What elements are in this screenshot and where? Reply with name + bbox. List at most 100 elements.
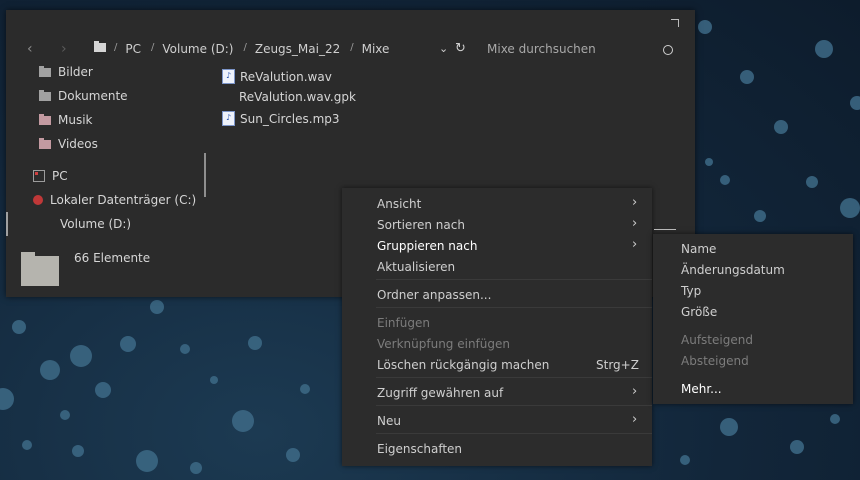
- breadcrumb-pc[interactable]: PC: [120, 42, 147, 56]
- menu-connector: [654, 229, 676, 230]
- file-item[interactable]: ♪ Sun_Circles.mp3: [222, 111, 340, 126]
- menu-item-eigenschaften[interactable]: Eigenschaften: [377, 442, 462, 456]
- menu-item-einfuegen[interactable]: Einfügen: [377, 316, 430, 330]
- submenu-item-absteigend[interactable]: Absteigend: [681, 354, 749, 368]
- breadcrumb-separator: /: [114, 42, 118, 53]
- wallpaper-dot: [705, 158, 713, 166]
- chevron-down-icon[interactable]: ⌄: [439, 42, 448, 55]
- file-name: Sun_Circles.mp3: [240, 111, 340, 126]
- wallpaper-dot: [95, 382, 111, 398]
- wallpaper-dot: [0, 388, 14, 410]
- wallpaper-dot: [40, 360, 60, 380]
- wallpaper-dot: [830, 414, 840, 424]
- search-icon[interactable]: [663, 45, 673, 55]
- breadcrumb-volume-d[interactable]: Volume (D:): [157, 42, 239, 56]
- breadcrumb-mixe[interactable]: Mixe: [357, 42, 396, 56]
- wallpaper-dot: [190, 462, 202, 474]
- breadcrumb-separator: /: [350, 42, 354, 53]
- breadcrumb[interactable]: / PC / Volume (D:) / Zeugs_Mai_22 / Mixe: [110, 42, 395, 56]
- context-menu: Ansicht › Sortieren nach › Gruppieren na…: [342, 188, 676, 466]
- wallpaper-dot: [850, 96, 860, 110]
- wallpaper-dot: [680, 455, 690, 465]
- file-item[interactable]: ReValution.wav.gpk: [239, 90, 356, 104]
- video-folder-icon: [39, 137, 51, 149]
- wallpaper-dot: [815, 40, 833, 58]
- forward-button[interactable]: ›: [61, 41, 67, 57]
- folder-icon: [21, 252, 59, 286]
- wallpaper-dot: [180, 344, 190, 354]
- menu-separator: [376, 307, 652, 308]
- menu-item-zugriff-gewaehren[interactable]: Zugriff gewähren auf: [377, 386, 503, 400]
- sidebar-item-label: Bilder: [58, 65, 93, 79]
- wallpaper-dot: [70, 345, 92, 367]
- menu-separator: [376, 405, 652, 406]
- menu-item-neu[interactable]: Neu: [377, 414, 401, 428]
- chevron-right-icon: ›: [632, 384, 638, 399]
- wallpaper-dot: [286, 448, 300, 462]
- submenu-item-aufsteigend[interactable]: Aufsteigend: [681, 333, 753, 347]
- chevron-right-icon: ›: [632, 216, 638, 231]
- sidebar-item-label: Lokaler Datenträger (C:): [50, 193, 197, 207]
- submenu-item-name[interactable]: Name: [681, 242, 716, 256]
- menu-separator: [376, 433, 652, 434]
- wallpaper-dot: [136, 450, 158, 472]
- wallpaper-dot: [210, 376, 218, 384]
- sidebar-item-volume-d[interactable]: Volume (D:): [60, 217, 131, 231]
- drive-icon: [33, 195, 43, 205]
- menu-item-aktualisieren[interactable]: Aktualisieren: [377, 260, 455, 274]
- audio-file-icon: ♪: [222, 111, 235, 126]
- wallpaper-dot: [720, 175, 730, 185]
- wallpaper-dot: [248, 336, 262, 350]
- submenu-item-groesse[interactable]: Größe: [681, 305, 717, 319]
- folder-icon: [39, 89, 51, 101]
- menu-item-ansicht[interactable]: Ansicht: [377, 197, 421, 211]
- group-by-submenu: Name Änderungsdatum Typ Größe Aufsteigen…: [653, 234, 853, 404]
- sidebar-item-label: PC: [52, 169, 68, 183]
- wallpaper-dot: [840, 198, 860, 218]
- menu-separator: [376, 279, 652, 280]
- sidebar-scrollbar[interactable]: [204, 153, 206, 197]
- sidebar-item-drive-c[interactable]: Lokaler Datenträger (C:): [33, 193, 197, 207]
- chevron-right-icon: ›: [632, 412, 638, 427]
- menu-item-ordner-anpassen[interactable]: Ordner anpassen...: [377, 288, 491, 302]
- menu-item-gruppieren[interactable]: Gruppieren nach: [377, 239, 477, 253]
- sidebar-item-dokumente[interactable]: Dokumente: [39, 89, 128, 103]
- menu-item-loeschen-rueckgaengig[interactable]: Löschen rückgängig machen: [377, 358, 549, 372]
- back-button[interactable]: ‹: [27, 41, 33, 57]
- item-count: 66 Elemente: [74, 251, 151, 265]
- menu-item-sortieren[interactable]: Sortieren nach: [377, 218, 465, 232]
- menu-item-verknuepfung-einfuegen[interactable]: Verknüpfung einfügen: [377, 337, 510, 351]
- wallpaper-dot: [12, 320, 26, 334]
- chevron-right-icon: ›: [632, 195, 638, 210]
- wallpaper-dot: [232, 410, 254, 432]
- audio-file-icon: ♪: [222, 69, 235, 84]
- sidebar-item-label: Dokumente: [58, 89, 128, 103]
- refresh-icon[interactable]: ↻: [455, 41, 466, 56]
- sidebar-item-videos[interactable]: Videos: [39, 137, 98, 151]
- sidebar-item-musik[interactable]: Musik: [39, 113, 93, 127]
- shortcut-label: Strg+Z: [596, 358, 639, 372]
- wallpaper-dot: [150, 300, 164, 314]
- wallpaper-dot: [60, 410, 70, 420]
- sidebar-item-bilder[interactable]: Bilder: [39, 65, 93, 79]
- restore-window-icon[interactable]: [671, 19, 679, 27]
- file-name: ReValution.wav.gpk: [239, 90, 356, 104]
- pc-icon: [33, 170, 45, 182]
- submenu-item-aenderungsdatum[interactable]: Änderungsdatum: [681, 263, 785, 277]
- file-item[interactable]: ♪ ReValution.wav: [222, 69, 332, 84]
- wallpaper-dot: [300, 384, 310, 394]
- submenu-item-mehr[interactable]: Mehr...: [681, 382, 722, 396]
- sidebar-item-label: Videos: [58, 137, 98, 151]
- wallpaper-dot: [22, 440, 32, 450]
- wallpaper-dot: [120, 336, 136, 352]
- wallpaper-dot: [698, 20, 712, 34]
- wallpaper-dot: [806, 176, 818, 188]
- search-input[interactable]: Mixe durchsuchen: [487, 42, 596, 56]
- submenu-item-typ[interactable]: Typ: [681, 284, 701, 298]
- wallpaper-dot: [774, 120, 788, 134]
- breadcrumb-zeugs[interactable]: Zeugs_Mai_22: [250, 42, 346, 56]
- sidebar-item-pc[interactable]: PC: [33, 169, 68, 183]
- breadcrumb-separator: /: [243, 42, 247, 53]
- chevron-right-icon: ›: [632, 237, 638, 252]
- menu-separator: [376, 377, 652, 378]
